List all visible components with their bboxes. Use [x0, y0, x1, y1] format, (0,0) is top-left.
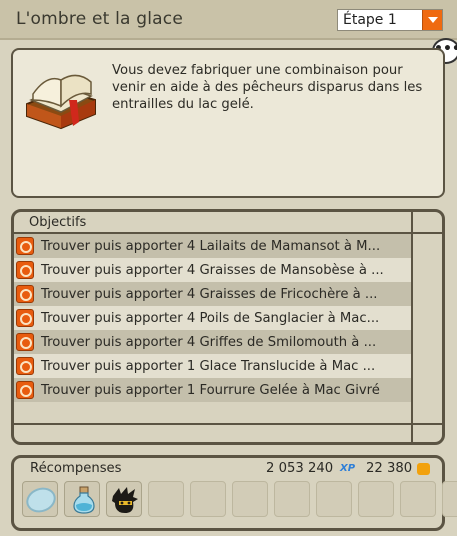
kamas-value: 22 380 [366, 461, 413, 476]
objective-row[interactable]: Trouver puis apporter 4 Griffes de Smilo… [14, 330, 411, 354]
reward-item-slot[interactable] [64, 481, 100, 517]
ice-disc-icon [22, 483, 60, 517]
divider [411, 212, 413, 442]
objectives-list: Trouver puis apporter 4 Lailaits de Mama… [14, 234, 411, 402]
empty-reward-slot [274, 481, 310, 517]
reward-item-slots [22, 481, 457, 517]
objective-row[interactable]: Trouver puis apporter 1 Fourrure Gelée à… [14, 378, 411, 402]
step-select[interactable]: Étape 1 [337, 9, 443, 31]
objective-target-icon [16, 285, 34, 303]
reward-item-slot[interactable] [22, 481, 60, 517]
step-select-value: Étape 1 [343, 12, 397, 28]
objective-target-icon [16, 237, 34, 255]
objective-row[interactable]: Trouver puis apporter 4 Graisses de Mans… [14, 258, 411, 282]
empty-reward-slot [148, 481, 184, 517]
objective-row[interactable]: Trouver puis apporter 4 Poils de Sanglac… [14, 306, 411, 330]
chevron-down-icon[interactable] [422, 10, 442, 30]
objective-label: Trouver puis apporter 4 Graisses de Fric… [41, 286, 378, 302]
empty-reward-slot [442, 481, 457, 517]
objectives-header: Objectifs [29, 215, 87, 230]
window-header: L'ombre et la glace Étape 1 [0, 0, 457, 40]
quest-book-icon [26, 74, 96, 130]
quest-description-panel: Vous devez fabriquer une combinaison pou… [11, 48, 445, 198]
empty-reward-slot [400, 481, 436, 517]
empty-reward-slot [232, 481, 268, 517]
objective-row[interactable]: Trouver puis apporter 4 Lailaits de Mama… [14, 234, 411, 258]
objective-target-icon [16, 357, 34, 375]
xp-icon: XP [340, 463, 356, 474]
objective-row[interactable]: Trouver puis apporter 1 Glace Translucid… [14, 354, 411, 378]
objective-target-icon [16, 309, 34, 327]
divider [14, 423, 442, 425]
potion-icon [73, 486, 95, 514]
empty-reward-slot [358, 481, 394, 517]
kama-icon [417, 463, 430, 475]
objective-label: Trouver puis apporter 4 Griffes de Smilo… [41, 334, 377, 350]
rewards-panel: Récompenses 2 053 240 XP 22 380 [11, 455, 457, 531]
objective-target-icon [16, 333, 34, 351]
xp-value: 2 053 240 [266, 461, 334, 476]
objective-target-icon [16, 261, 34, 279]
quest-title: L'ombre et la glace [16, 9, 183, 29]
empty-reward-slot [190, 481, 226, 517]
quest-description-text: Vous devez fabriquer une combinaison pou… [112, 63, 423, 112]
rewards-label: Récompenses [30, 461, 122, 476]
objective-label: Trouver puis apporter 4 Poils de Sanglac… [41, 310, 380, 326]
reward-item-slot[interactable] [106, 481, 142, 517]
objective-label: Trouver puis apporter 4 Graisses de Mans… [41, 262, 384, 278]
empty-reward-slot [316, 481, 352, 517]
objectives-panel: Objectifs Trouver puis apporter 4 Lailai… [11, 209, 445, 445]
objective-label: Trouver puis apporter 1 Glace Translucid… [41, 358, 376, 374]
objective-label: Trouver puis apporter 1 Fourrure Gelée à… [41, 382, 380, 398]
black-mask-icon [112, 487, 138, 513]
objective-row[interactable]: Trouver puis apporter 4 Graisses de Fric… [14, 282, 411, 306]
objective-target-icon [16, 381, 34, 399]
objective-label: Trouver puis apporter 4 Lailaits de Mama… [41, 238, 381, 254]
